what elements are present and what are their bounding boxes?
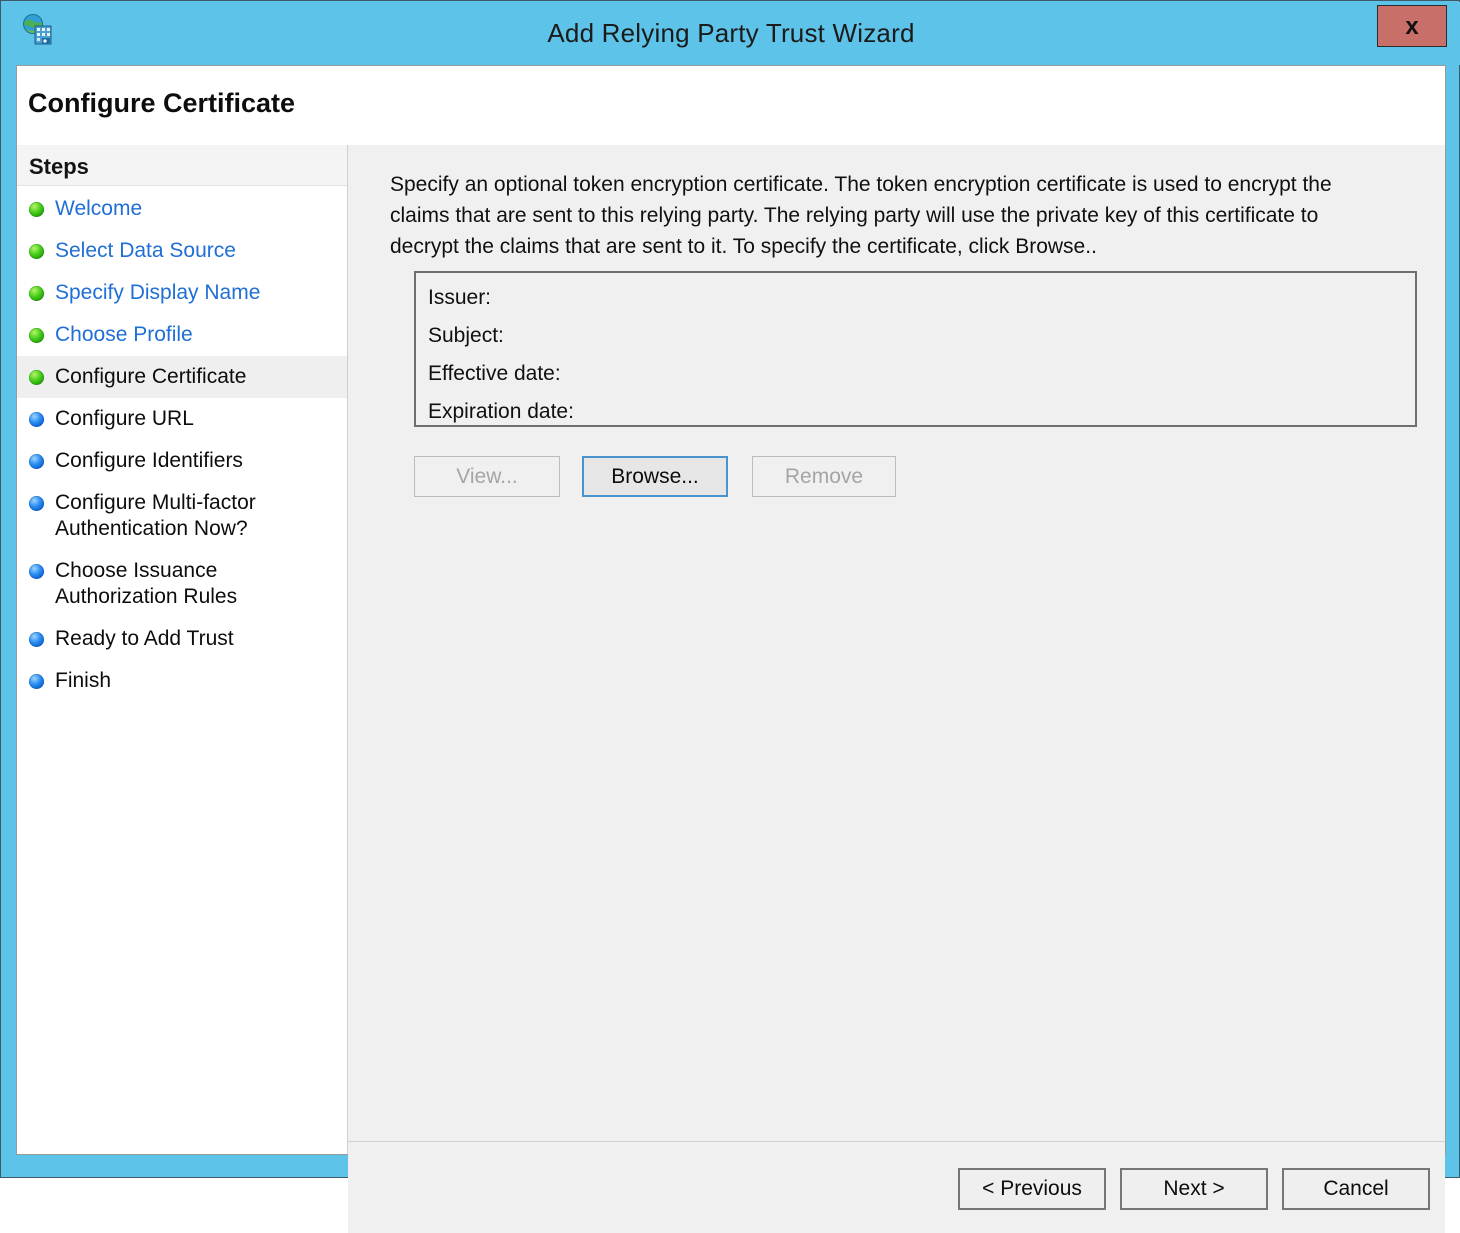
steps-sidebar: Steps Welcome Select Data Source Specify D…	[17, 145, 348, 1154]
wizard-client-area: Configure Certificate Steps Welcome Selec…	[16, 65, 1446, 1233]
browse-certificate-button[interactable]: Browse...	[582, 456, 728, 497]
certificate-effective-date-label: Effective date:	[428, 362, 561, 385]
sidebar-step-label: Configure Identifiers	[55, 449, 243, 472]
page-header: Configure Certificate	[17, 66, 1445, 145]
sidebar-step-configure-url: Configure URL	[17, 398, 347, 440]
sidebar-step-label: Specify Display Name	[55, 281, 261, 304]
next-button[interactable]: Next >	[1120, 1168, 1268, 1210]
green-bullet-icon	[29, 328, 44, 343]
sidebar-step-finish: Finish	[17, 660, 347, 702]
wizard-footer: < Previous Next > Cancel	[348, 1142, 1445, 1233]
sidebar-step-ready-to-add-trust: Ready to Add Trust	[17, 618, 347, 660]
sidebar-step-configure-identifiers: Configure Identifiers	[17, 440, 347, 482]
steps-header-band: Steps	[17, 145, 347, 186]
view-certificate-button[interactable]: View...	[414, 456, 560, 497]
steps-heading: Steps	[29, 154, 89, 179]
sidebar-step-label: Finish	[55, 669, 112, 692]
green-bullet-icon	[29, 370, 44, 385]
sidebar-step-choose-issuance-authorization-rules: Choose Issuance Authorization Rules	[17, 550, 347, 618]
wizard-body: Steps Welcome Select Data Source Specify D…	[17, 145, 1445, 1233]
blue-bullet-icon	[29, 564, 44, 579]
sidebar-step-label: Welcome	[55, 197, 143, 220]
sidebar-step-label: Choose Profile	[55, 323, 193, 346]
sidebar-step-choose-profile[interactable]: Choose Profile	[17, 314, 347, 356]
sidebar-step-select-data-source[interactable]: Select Data Source	[17, 230, 347, 272]
sidebar-step-specify-display-name[interactable]: Specify Display Name	[17, 272, 347, 314]
certificate-description: Specify an optional token encryption cer…	[390, 173, 1332, 258]
previous-button[interactable]: < Previous	[958, 1168, 1106, 1210]
blue-bullet-icon	[29, 454, 44, 469]
blue-bullet-icon	[29, 496, 44, 511]
remove-certificate-button[interactable]: Remove	[752, 456, 896, 497]
sidebar-step-label: Configure Multi-factor Authentication No…	[55, 491, 256, 540]
sidebar-step-label: Ready to Add Trust	[55, 627, 234, 650]
cancel-button[interactable]: Cancel	[1282, 1168, 1430, 1210]
page-title: Configure Certificate	[28, 88, 296, 118]
sidebar-step-label: Choose Issuance Authorization Rules	[55, 559, 238, 608]
close-icon: x	[1405, 13, 1419, 40]
close-button[interactable]: x	[1377, 5, 1447, 47]
window-title: Add Relying Party Trust Wizard	[547, 18, 915, 48]
green-bullet-icon	[29, 244, 44, 259]
certificate-expiration-date-label: Expiration date:	[428, 400, 574, 423]
sidebar-step-welcome[interactable]: Welcome	[17, 188, 347, 230]
certificate-issuer-label: Issuer:	[428, 286, 492, 309]
blue-bullet-icon	[29, 632, 44, 647]
sidebar-step-configure-certificate: Configure Certificate	[17, 356, 347, 398]
certificate-subject-label: Subject:	[428, 324, 504, 347]
title-bar: Add Relying Party Trust Wizard x	[2, 2, 1460, 65]
blue-bullet-icon	[29, 674, 44, 689]
green-bullet-icon	[29, 286, 44, 301]
steps-list: Welcome Select Data Source Specify Display…	[17, 188, 347, 702]
sidebar-step-configure-multi-factor-authentication-now: Configure Multi-factor Authentication No…	[17, 482, 347, 550]
blue-bullet-icon	[29, 412, 44, 427]
sidebar-step-label: Configure URL	[55, 407, 194, 430]
sidebar-step-label: Configure Certificate	[55, 365, 247, 388]
certificate-details-box: Issuer: Subject: Effective date: Expirat…	[414, 271, 1417, 427]
sidebar-step-label: Select Data Source	[55, 239, 236, 262]
green-bullet-icon	[29, 202, 44, 217]
main-content-pane: Specify an optional token encryption cer…	[348, 145, 1445, 1154]
wizard-window: Add Relying Party Trust Wizard x Configu…	[0, 0, 1460, 1233]
